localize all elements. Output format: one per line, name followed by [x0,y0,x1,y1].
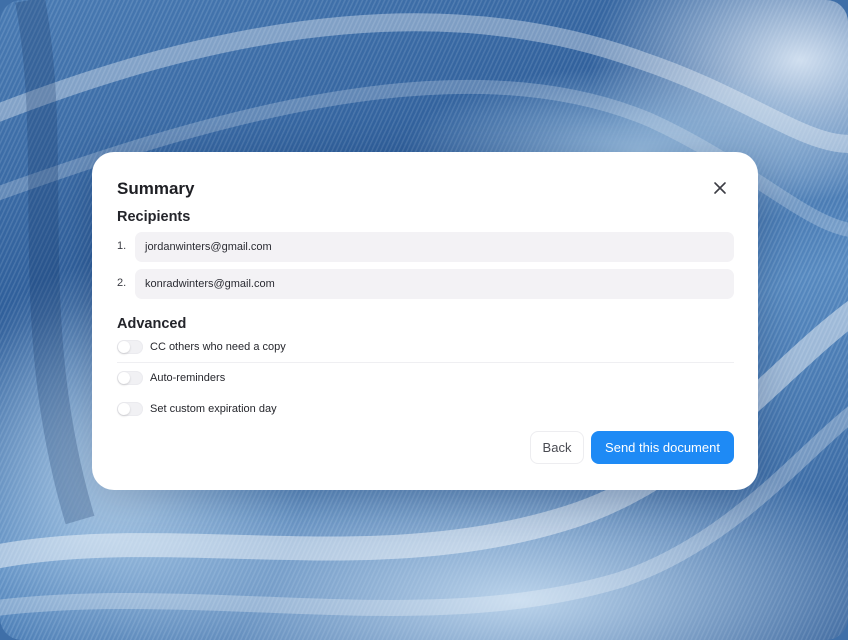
send-document-button[interactable]: Send this document [591,431,734,464]
option-label: Auto-reminders [150,372,226,384]
option-cc-row: CC others who need a copy [117,332,734,363]
option-expiration-row: Set custom expiration day [117,394,734,424]
advanced-heading: Advanced [117,316,187,332]
recipient-number: 1. [117,240,127,252]
recipients-heading: Recipients [117,209,191,225]
summary-dialog: Summary Recipients 1. jordanwinters@gmai… [92,152,758,490]
recipient-email-field[interactable]: jordanwinters@gmail.com [135,232,734,262]
option-label: Set custom expiration day [150,403,277,415]
recipient-row: 1. jordanwinters@gmail.com [117,232,734,262]
recipient-email-field[interactable]: konradwinters@gmail.com [135,269,734,299]
recipient-row: 2. konradwinters@gmail.com [117,269,734,299]
back-button[interactable]: Back [530,431,584,464]
close-icon[interactable] [711,179,729,197]
dialog-title: Summary [117,179,195,198]
option-reminders-row: Auto-reminders [117,363,734,393]
recipient-number: 2. [117,277,127,289]
auto-reminders-toggle[interactable] [117,371,143,385]
expiration-toggle[interactable] [117,402,143,416]
option-label: CC others who need a copy [150,341,286,353]
cc-toggle[interactable] [117,340,143,354]
